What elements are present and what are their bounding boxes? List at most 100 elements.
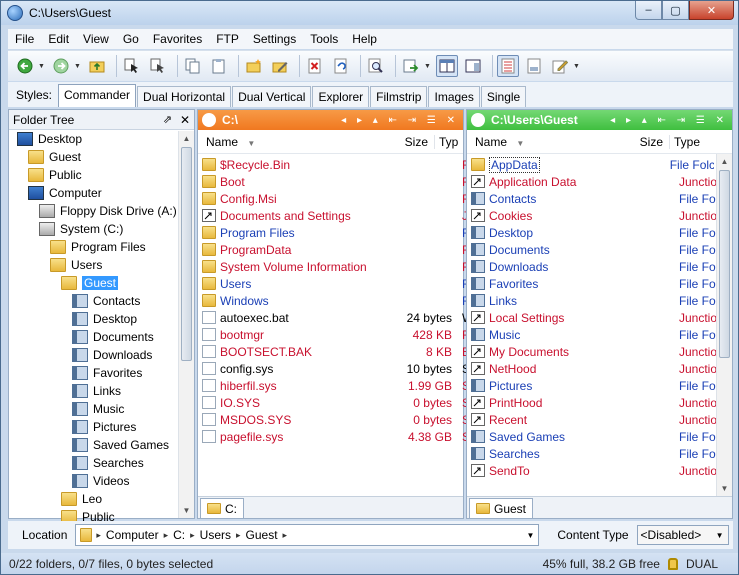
menu-tools[interactable]: Tools xyxy=(303,29,345,49)
pane-nav-icons[interactable]: ◂ ▸ ▴ ⇤ ⇥ ☰ ✕ xyxy=(610,115,732,126)
file-row[interactable]: Searches File Folc xyxy=(467,445,718,462)
style-tab-filmstrip[interactable]: Filmstrip xyxy=(370,86,428,107)
file-row[interactable]: Favorites File Folc xyxy=(467,275,718,292)
file-row[interactable]: NetHood Junction xyxy=(467,360,718,377)
file-row[interactable]: Local Settings Junction xyxy=(467,309,718,326)
crumb-users[interactable]: Users xyxy=(195,528,236,542)
tree-item[interactable]: Public xyxy=(9,166,194,184)
tree-item[interactable]: Program Files xyxy=(9,238,194,256)
col-type[interactable]: Typ xyxy=(434,134,463,149)
right-scrollbar[interactable]: ▲ ▼ xyxy=(716,154,732,496)
file-row[interactable]: pagefile.sys4.38 GBSyst xyxy=(198,428,484,445)
pane-nav-icons[interactable]: ◂ ▸ ▴ ⇤ ⇥ ☰ ✕ xyxy=(341,115,463,126)
tree-item[interactable]: System (C:) xyxy=(9,220,194,238)
select-button[interactable] xyxy=(121,55,143,77)
style-tab-single[interactable]: Single xyxy=(480,86,527,107)
tree-item[interactable]: Videos xyxy=(9,472,194,490)
location-dropdown-icon[interactable]: ▼ xyxy=(526,531,534,540)
scroll-down-icon[interactable]: ▼ xyxy=(179,503,194,518)
right-scroll-thumb[interactable] xyxy=(719,170,730,358)
file-row[interactable]: Downloads File Folc xyxy=(467,258,718,275)
paste-button[interactable] xyxy=(208,55,230,77)
file-row[interactable]: Desktop File Folc xyxy=(467,224,718,241)
tree-item[interactable]: Music xyxy=(9,400,194,418)
tree-scroll-thumb[interactable] xyxy=(181,147,192,361)
file-row[interactable]: BOOTSECT.BAK8 KBBAK xyxy=(198,343,484,360)
new-folder-button[interactable] xyxy=(243,55,265,77)
maximize-button[interactable]: ▢ xyxy=(662,1,689,20)
select-all-button[interactable] xyxy=(147,55,169,77)
file-row[interactable]: Cookies Junction xyxy=(467,207,718,224)
file-row[interactable]: Config.MsiFile xyxy=(198,190,481,207)
tree-item[interactable]: Searches xyxy=(9,454,194,472)
file-row[interactable]: config.sys10 bytesSyst xyxy=(198,360,484,377)
back-dropdown-icon[interactable]: ▼ xyxy=(38,63,46,70)
menu-go[interactable]: Go xyxy=(116,29,146,49)
edit-button[interactable] xyxy=(549,55,571,77)
file-row[interactable]: Pictures File Folc xyxy=(467,377,718,394)
file-row[interactable]: ProgramDataFile xyxy=(198,241,481,258)
file-row[interactable]: System Volume InformationFile xyxy=(198,258,481,275)
col-type[interactable]: Type xyxy=(669,134,717,149)
tree-item[interactable]: Computer xyxy=(9,184,194,202)
crumb-guest[interactable]: Guest xyxy=(241,528,283,542)
menu-view[interactable]: View xyxy=(76,29,116,49)
file-row[interactable]: Documents File Folc xyxy=(467,241,718,258)
file-row[interactable]: AppData File Folc xyxy=(467,156,718,173)
menu-help[interactable]: Help xyxy=(345,29,384,49)
file-row[interactable]: PrintHood Junction xyxy=(467,394,718,411)
tree-item[interactable]: Guest xyxy=(9,148,194,166)
tree-item[interactable]: Documents xyxy=(9,328,194,346)
pin-icon[interactable]: ⇗ xyxy=(163,113,172,126)
undo-button[interactable] xyxy=(330,55,352,77)
col-name[interactable]: Name ▼ xyxy=(198,135,372,149)
file-row[interactable]: BootFile xyxy=(198,173,481,190)
left-folder-tab[interactable]: C: xyxy=(200,498,244,518)
back-button[interactable] xyxy=(14,55,36,77)
file-row[interactable]: bootmgr428 KBFile xyxy=(198,326,481,343)
file-row[interactable]: Music File Folc xyxy=(467,326,718,343)
edit-dropdown-icon[interactable]: ▼ xyxy=(573,63,581,70)
up-folder-button[interactable] xyxy=(86,55,108,77)
scroll-down-icon[interactable]: ▼ xyxy=(717,481,732,496)
file-row[interactable]: MSDOS.SYS0 bytesSyst xyxy=(198,411,484,428)
scroll-up-icon[interactable]: ▲ xyxy=(717,154,732,169)
file-row[interactable]: WindowsFile xyxy=(198,292,481,309)
file-row[interactable]: IO.SYS0 bytesSyst xyxy=(198,394,484,411)
go-button[interactable] xyxy=(400,55,422,77)
close-tree-icon[interactable]: ✕ xyxy=(180,113,190,127)
preview-pane-button[interactable] xyxy=(462,55,484,77)
dual-pane-button[interactable] xyxy=(436,55,458,77)
delete-button[interactable] xyxy=(304,55,326,77)
menu-favorites[interactable]: Favorites xyxy=(146,29,209,49)
file-row[interactable]: SendTo Junction xyxy=(467,462,718,479)
tree-item[interactable]: Favorites xyxy=(9,364,194,382)
crumb-computer[interactable]: Computer xyxy=(101,528,164,542)
scroll-up-icon[interactable]: ▲ xyxy=(179,131,194,146)
chevron-right-icon[interactable]: ▸ xyxy=(283,530,288,541)
file-row[interactable]: $Recycle.BinFile xyxy=(198,156,481,173)
menu-ftp[interactable]: FTP xyxy=(209,29,246,49)
tree-item[interactable]: Links xyxy=(9,382,194,400)
properties-button[interactable] xyxy=(269,55,291,77)
col-size[interactable]: Size xyxy=(617,135,669,149)
tree-item[interactable]: Users xyxy=(9,256,194,274)
file-row[interactable]: Links File Folc xyxy=(467,292,718,309)
file-row[interactable]: Application Data Junction xyxy=(467,173,718,190)
file-row[interactable]: Documents and SettingsJun xyxy=(198,207,481,224)
chevron-down-icon[interactable]: ▼ xyxy=(716,531,724,540)
forward-dropdown-icon[interactable]: ▼ xyxy=(74,63,82,70)
details-view-button[interactable] xyxy=(497,55,519,77)
file-row[interactable]: Recent Junction xyxy=(467,411,718,428)
go-dropdown-icon[interactable]: ▼ xyxy=(424,63,432,70)
tree-item[interactable]: Guest xyxy=(9,274,194,292)
style-tab-dual-horizontal[interactable]: Dual Horizontal xyxy=(137,86,232,107)
file-row[interactable]: autoexec.bat24 bytesWin xyxy=(198,309,483,326)
forward-button[interactable] xyxy=(50,55,72,77)
file-row[interactable]: Saved Games File Folc xyxy=(467,428,718,445)
tree-item[interactable]: Saved Games xyxy=(9,436,194,454)
content-type-select[interactable]: <Disabled> ▼ xyxy=(636,525,729,545)
crumb-c[interactable]: C: xyxy=(168,528,190,542)
col-name[interactable]: Name ▼ xyxy=(467,135,617,149)
tree-item[interactable]: Floppy Disk Drive (A:) xyxy=(9,202,194,220)
